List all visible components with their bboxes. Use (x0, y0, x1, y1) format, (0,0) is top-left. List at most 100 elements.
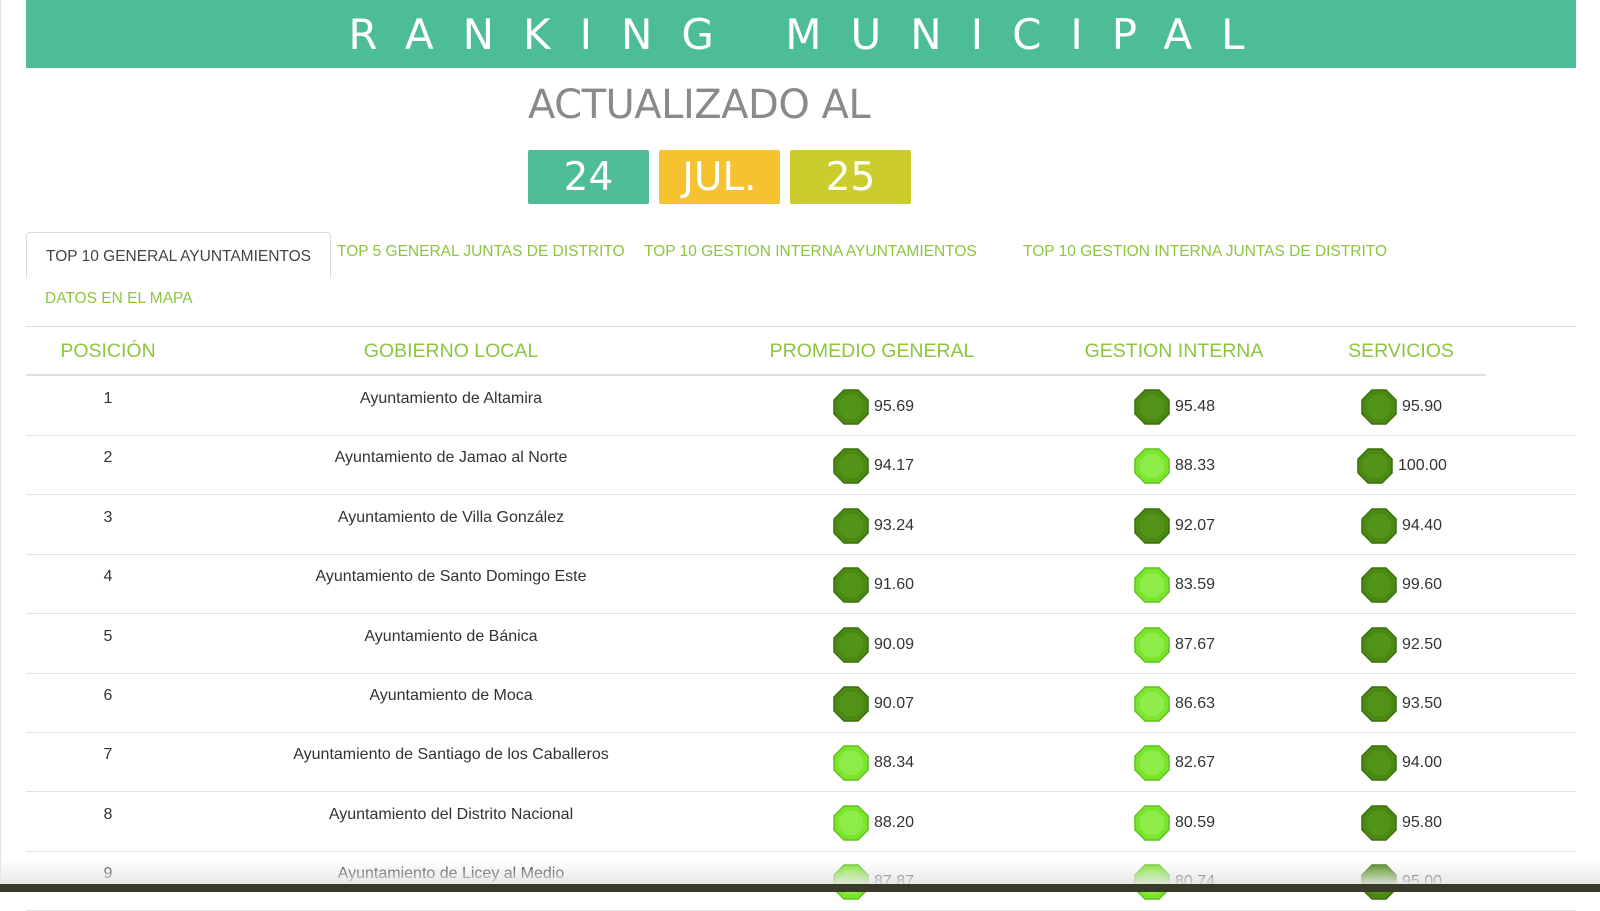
metric-value: 100.00 (1398, 457, 1447, 475)
light-octagon-gem-icon (1134, 567, 1170, 603)
row-position: 3 (103, 508, 113, 526)
row-government-name: Ayuntamiento de Bánica (364, 627, 538, 645)
table-row: 3 Ayuntamiento de Villa González 93.24 92.0… (26, 495, 1576, 555)
tabs-divider (26, 326, 1576, 327)
metric-value: 93.24 (874, 516, 915, 534)
metric-value: 95.48 (1175, 398, 1216, 415)
dark-octagon-gem-icon (833, 626, 869, 663)
light-octagon-gem-icon (833, 805, 869, 841)
row-government-name: Ayuntamiento de Altamira (359, 390, 543, 407)
metric-services: 95.00 (1360, 863, 1442, 901)
row-government-name: Ayuntamiento de Jamao al Norte (334, 449, 568, 467)
row-position: 9 (103, 865, 113, 883)
metric-services: 93.50 (1360, 685, 1442, 723)
metric-services: 94.40 (1360, 507, 1442, 545)
dark-octagon-gem-icon (1361, 626, 1397, 663)
dark-octagon-gem-icon (833, 448, 869, 485)
header-internal-management[interactable]: GESTION INTERNA (1085, 340, 1264, 363)
row-government-name: Ayuntamiento del Distrito Nacional (328, 805, 574, 823)
row-government-name: Ayuntamiento de Licey al Medio (337, 865, 565, 883)
screen-bottom-edge (0, 884, 1600, 892)
metric-value: 86.63 (1175, 695, 1216, 712)
header-services[interactable]: SERVICIOS (1348, 340, 1454, 363)
dark-octagon-gem-icon (1361, 745, 1397, 782)
metric-internal-management: 95.48 (1133, 388, 1215, 426)
metric-internal-management: 92.07 (1133, 507, 1215, 545)
metric-value: 94.40 (1402, 516, 1443, 534)
table-row: 4 Ayuntamiento de Santo Domingo Este 91.60… (26, 554, 1576, 615)
row-government-name: Ayuntamiento de Santiago de los Caballer… (293, 746, 609, 764)
metric-value: 95.90 (1402, 398, 1443, 415)
tab-top10-general-ayuntamientos[interactable]: TOP 10 GENERAL AYUNTAMIENTOS (26, 232, 332, 279)
updated-label: ACTUALIZADO AL (528, 82, 871, 128)
metric-value: 95.69 (874, 398, 915, 415)
dark-octagon-gem-icon (1134, 508, 1170, 544)
metric-value: 94.00 (1402, 754, 1443, 772)
metric-value: 88.20 (874, 813, 915, 831)
row-position: 8 (103, 805, 113, 823)
row-position: 1 (103, 390, 113, 407)
metric-general-average: 90.09 (832, 626, 914, 664)
header-general-average[interactable]: PROMEDIO GENERAL (770, 340, 975, 363)
date-day-badge: 24 (528, 150, 649, 204)
dark-octagon-gem-icon (1361, 805, 1397, 841)
row-position: 4 (103, 568, 113, 586)
table-row: 6 Ayuntamiento de Moca 90.07 86.63 93.50 (26, 673, 1576, 733)
metric-services: 94.00 (1360, 744, 1442, 782)
tab-datos-mapa[interactable]: DATOS EN EL MAPA (45, 290, 193, 308)
metric-value: 99.60 (1402, 576, 1443, 594)
dark-octagon-gem-icon (833, 389, 869, 425)
row-position: 7 (103, 746, 113, 764)
row-government-name: Ayuntamiento de Villa González (337, 508, 565, 526)
metric-internal-management: 80.59 (1133, 804, 1215, 842)
dark-octagon-gem-icon (1361, 567, 1397, 603)
dark-octagon-gem-icon (1361, 686, 1397, 722)
table-row: 1 Ayuntamiento de Altamira 95.69 95.48 95.90 (26, 376, 1576, 436)
metric-internal-management: 83.59 (1133, 566, 1215, 604)
header-government[interactable]: GOBIERNO LOCAL (364, 340, 538, 363)
metric-general-average: 94.17 (832, 447, 914, 485)
dark-octagon-gem-icon (833, 686, 869, 722)
metric-services: 92.50 (1360, 626, 1442, 664)
table-row: 8 Ayuntamiento del Distrito Nacional 88.20… (26, 792, 1576, 852)
metric-internal-management: 86.63 (1133, 685, 1215, 723)
metric-services: 99.60 (1360, 566, 1442, 604)
light-octagon-gem-icon (1134, 686, 1170, 722)
metric-value: 80.59 (1175, 813, 1216, 831)
metric-general-average: 87.87 (832, 863, 914, 901)
light-octagon-gem-icon (1134, 745, 1170, 782)
row-government-name: Ayuntamiento de Moca (369, 687, 533, 704)
light-octagon-gem-icon (1134, 805, 1170, 841)
metric-value: 88.33 (1175, 457, 1216, 475)
date-month-badge: JUL. (659, 150, 780, 204)
light-octagon-gem-icon (833, 745, 869, 782)
tab-top5-general-juntas[interactable]: TOP 5 GENERAL JUNTAS DE DISTRITO (337, 243, 625, 261)
metric-value: 88.34 (874, 754, 915, 772)
light-octagon-gem-icon (1134, 864, 1170, 900)
metric-value: 95.80 (1402, 813, 1443, 831)
light-octagon-gem-icon (833, 864, 869, 900)
metric-internal-management: 87.67 (1133, 626, 1215, 664)
metric-internal-management: 80.74 (1133, 863, 1215, 901)
page-banner-title: RANKING MUNICIPAL (26, 0, 1576, 68)
dark-octagon-gem-icon (833, 508, 869, 544)
light-octagon-gem-icon (1134, 448, 1170, 485)
dark-octagon-gem-icon (1361, 508, 1397, 544)
metric-general-average: 91.60 (832, 566, 914, 604)
tab-top10-gestion-juntas[interactable]: TOP 10 GESTION INTERNA JUNTAS DE DISTRIT… (1023, 243, 1387, 261)
row-position: 5 (103, 627, 113, 645)
table-row: 7 Ayuntamiento de Santiago de los Caballe… (26, 732, 1576, 793)
dark-octagon-gem-icon (1361, 389, 1397, 425)
table-row: 2 Ayuntamiento de Jamao al Norte 94.17 88.3… (26, 435, 1576, 496)
metric-services: 100.00 (1356, 447, 1447, 485)
dark-octagon-gem-icon (1134, 389, 1170, 425)
header-position[interactable]: POSICIÓN (60, 340, 155, 363)
metric-value: 92.50 (1402, 635, 1443, 653)
table-row: 9 Ayuntamiento de Licey al Medio 87.87 80.7… (26, 851, 1576, 911)
row-position: 6 (103, 687, 113, 704)
tab-top10-gestion-ayuntamientos[interactable]: TOP 10 GESTION INTERNA AYUNTAMIENTOS (644, 243, 977, 261)
metric-internal-management: 88.33 (1133, 447, 1215, 485)
metric-value: 82.67 (1175, 754, 1216, 772)
metric-value: 94.17 (874, 457, 915, 475)
metric-general-average: 88.34 (832, 744, 914, 782)
